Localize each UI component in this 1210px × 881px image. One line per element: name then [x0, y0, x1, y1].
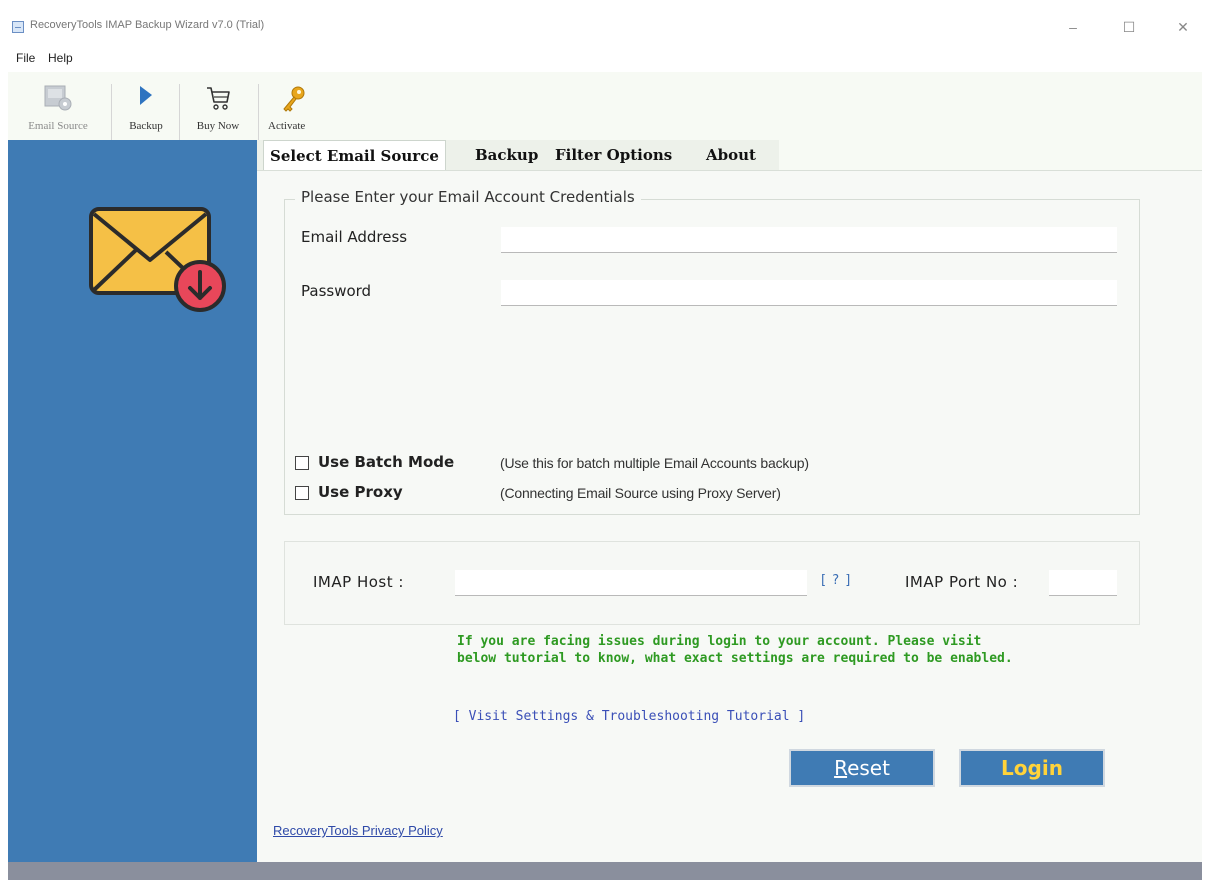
- toolbar-separator: [258, 84, 259, 140]
- app-window: RecoveryTools IMAP Backup Wizard v7.0 (T…: [8, 8, 1202, 880]
- activate-button[interactable]: Activate: [264, 76, 324, 140]
- window-title: RecoveryTools IMAP Backup Wizard v7.0 (T…: [30, 19, 265, 31]
- buy-now-button[interactable]: Buy Now: [184, 76, 252, 140]
- imap-settings-group: IMAP Host : [ ? ] IMAP Port No :: [284, 541, 1140, 625]
- use-proxy-checkbox[interactable]: [295, 486, 309, 500]
- reset-label: eset: [847, 756, 890, 780]
- email-address-input[interactable]: [501, 227, 1117, 253]
- password-input[interactable]: [501, 280, 1117, 306]
- password-label: Password: [301, 282, 372, 300]
- batch-mode-description: (Use this for batch multiple Email Accou…: [500, 455, 809, 471]
- tab-select-email-source[interactable]: Select Email Source: [263, 140, 446, 172]
- menu-help[interactable]: Help: [48, 51, 73, 65]
- login-button[interactable]: Login: [959, 749, 1105, 787]
- key-icon: [280, 84, 308, 117]
- mail-download-icon: [88, 206, 230, 316]
- title-bar: RecoveryTools IMAP Backup Wizard v7.0 (T…: [8, 8, 1202, 46]
- batch-mode-label[interactable]: Use Batch Mode: [318, 453, 454, 471]
- email-source-label: Email Source: [28, 120, 88, 132]
- email-address-label: Email Address: [301, 228, 408, 246]
- close-button[interactable]: ✕: [1168, 16, 1198, 38]
- privacy-policy-link[interactable]: RecoveryTools Privacy Policy: [273, 823, 443, 838]
- backup-button[interactable]: Backup: [116, 76, 176, 140]
- toolbar-separator: [179, 84, 180, 140]
- app-logo-icon: [12, 21, 24, 33]
- use-proxy-description: (Connecting Email Source using Proxy Ser…: [500, 485, 781, 501]
- imap-help-link[interactable]: [ ? ]: [821, 573, 851, 588]
- backup-label: Backup: [129, 120, 163, 132]
- cart-icon: [205, 84, 231, 115]
- imap-host-input[interactable]: [455, 570, 807, 596]
- reset-mnemonic: R: [834, 756, 848, 780]
- use-proxy-label[interactable]: Use Proxy: [318, 483, 403, 501]
- toolbar-separator: [111, 84, 112, 140]
- tab-about[interactable]: About: [700, 140, 762, 170]
- play-icon: [137, 84, 155, 113]
- batch-mode-checkbox[interactable]: [295, 456, 309, 470]
- email-source-button[interactable]: Email Source: [8, 76, 108, 140]
- main-panel: Please Enter your Email Account Credenti…: [257, 170, 1202, 862]
- reset-button[interactable]: Reset: [789, 749, 935, 787]
- imap-port-input[interactable]: [1049, 570, 1117, 596]
- imap-host-label: IMAP Host :: [313, 573, 404, 591]
- tab-backup[interactable]: Backup: [469, 140, 544, 170]
- tutorial-link[interactable]: [ Visit Settings & Troubleshooting Tutor…: [453, 709, 805, 724]
- activate-label: Activate: [268, 120, 306, 132]
- imap-port-label: IMAP Port No :: [905, 573, 1019, 591]
- credentials-legend: Please Enter your Email Account Credenti…: [295, 188, 641, 206]
- menu-bar: File Help: [8, 46, 1202, 72]
- menu-file[interactable]: File: [16, 51, 35, 65]
- email-source-icon: [43, 84, 73, 115]
- tab-filter-options[interactable]: Filter Options: [549, 140, 678, 170]
- credentials-group: Please Enter your Email Account Credenti…: [284, 188, 1140, 515]
- maximize-button[interactable]: ☐: [1114, 16, 1144, 38]
- toolbar: Email Source Backup Buy Now Activate: [8, 72, 1202, 142]
- status-bar: [8, 862, 1202, 880]
- minimize-button[interactable]: –: [1058, 16, 1088, 38]
- login-help-notice: If you are facing issues during login to…: [457, 634, 1013, 666]
- buy-now-label: Buy Now: [196, 120, 240, 132]
- sidebar-panel: [8, 140, 257, 862]
